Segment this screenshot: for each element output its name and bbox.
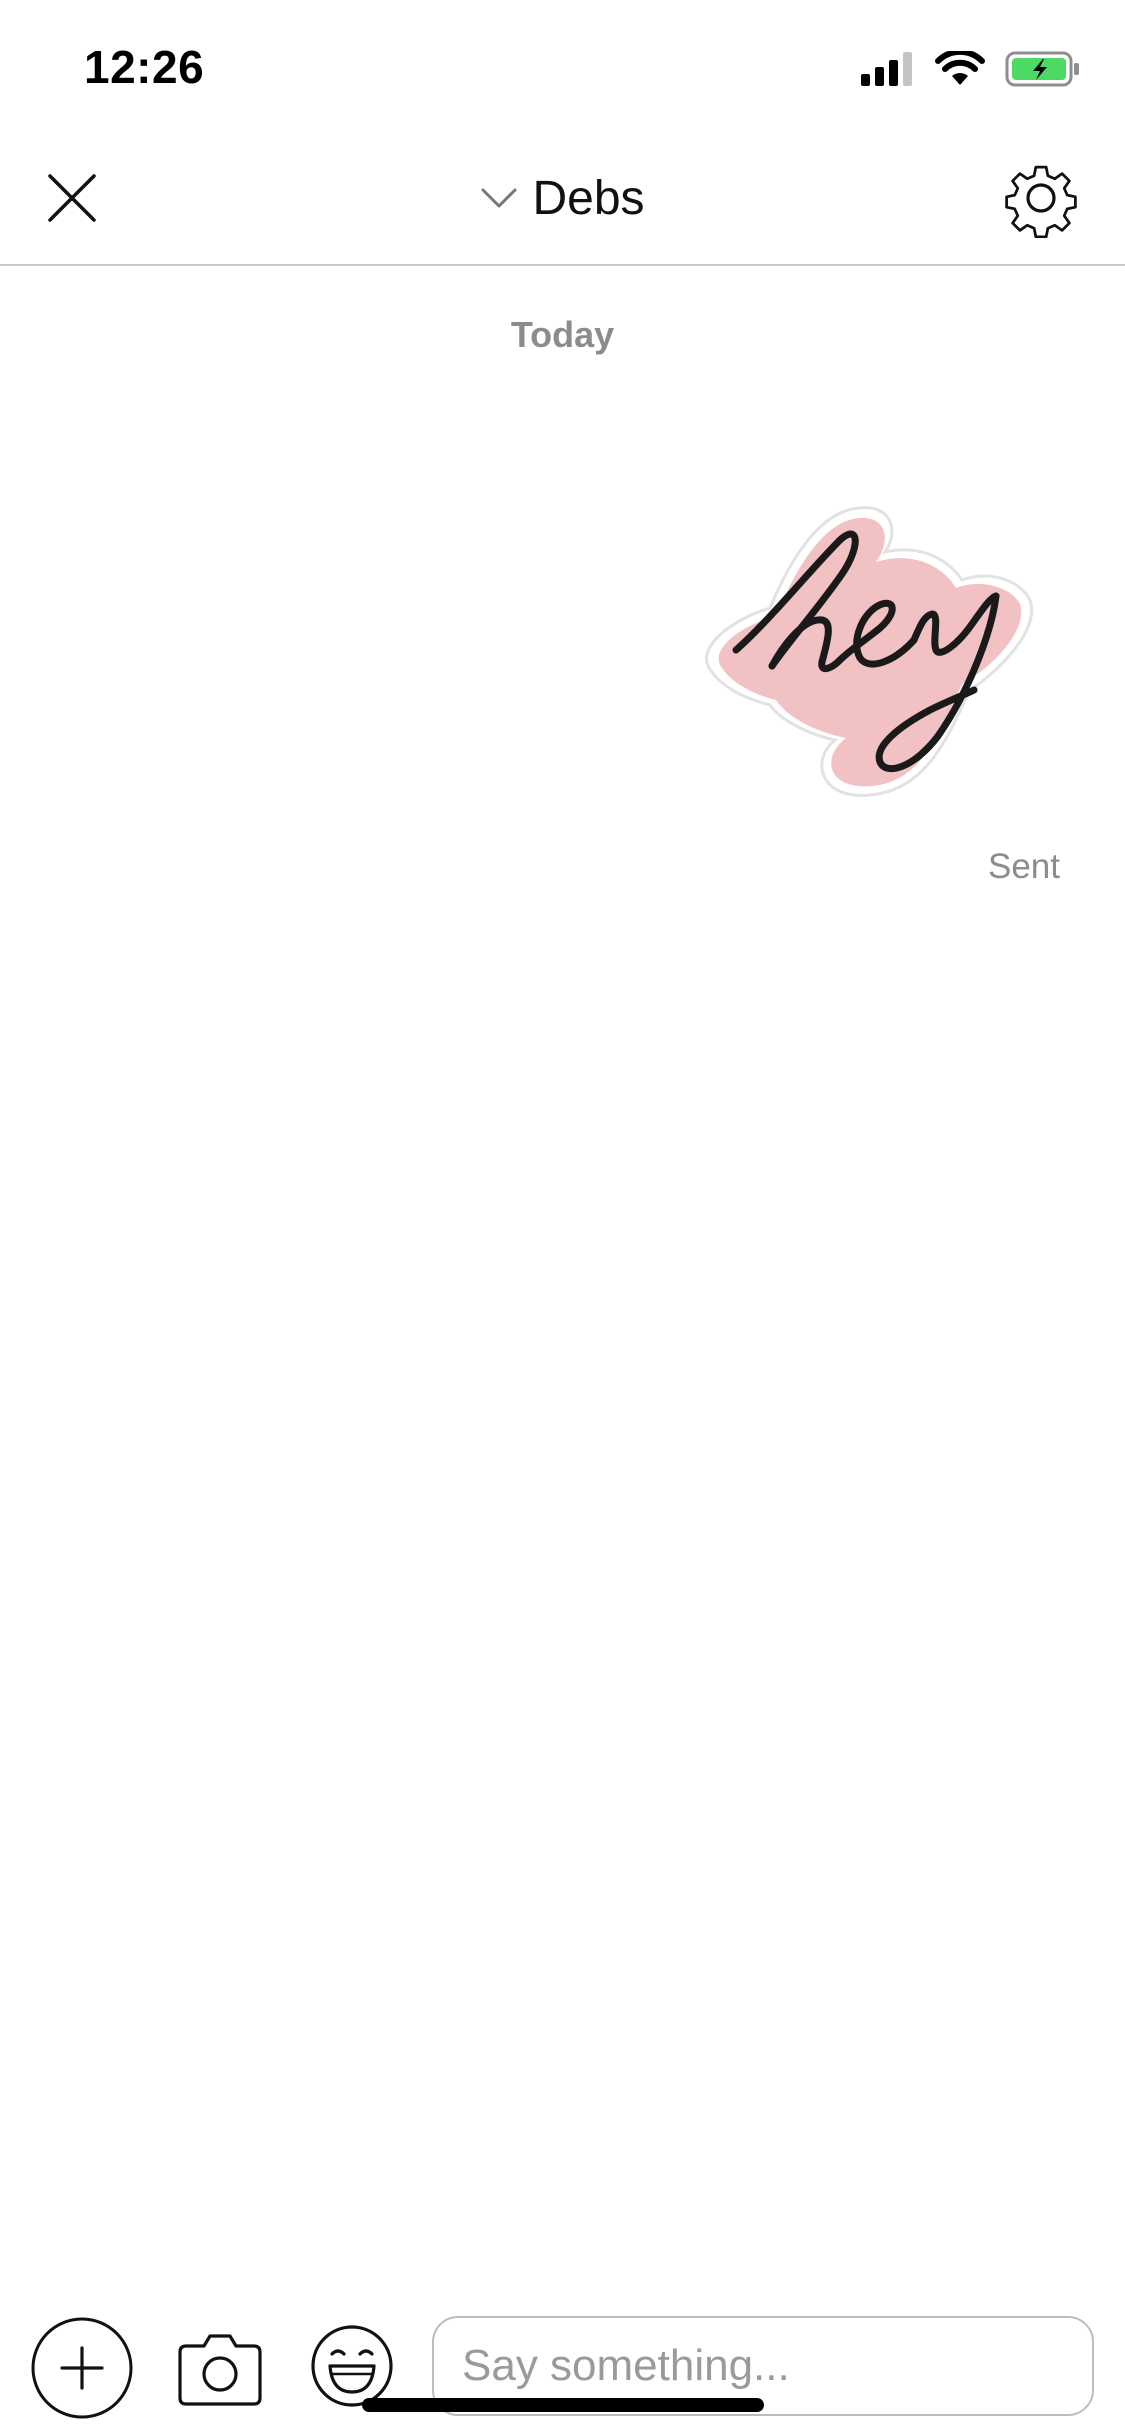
plus-circle-icon bbox=[31, 2317, 133, 2419]
status-icons bbox=[861, 48, 1081, 90]
battery-charging-icon bbox=[1005, 51, 1079, 87]
chat-header: Debs bbox=[0, 132, 1125, 266]
camera-icon bbox=[178, 2334, 262, 2406]
hey-sticker bbox=[705, 506, 1033, 797]
conversation-title: Debs bbox=[532, 171, 645, 225]
title-wrap: Debs bbox=[0, 132, 1125, 264]
add-attachment-button[interactable] bbox=[30, 2316, 134, 2420]
camera-button[interactable] bbox=[176, 2316, 264, 2420]
chevron-down-icon bbox=[481, 188, 517, 208]
home-indicator[interactable] bbox=[362, 2398, 764, 2412]
settings-button[interactable] bbox=[1001, 158, 1081, 239]
message-status: Sent bbox=[988, 847, 1060, 886]
message-composer bbox=[0, 2300, 1125, 2436]
gear-icon bbox=[1005, 165, 1077, 239]
hey-sticker-message[interactable] bbox=[700, 500, 1040, 800]
status-bar: 12:26 bbox=[0, 0, 1125, 132]
chat-screen: 12:26 Debs Today Sent Say something... bbox=[0, 0, 1125, 2436]
cellular-signal-icon bbox=[861, 52, 912, 86]
date-divider: Today bbox=[510, 314, 615, 355]
wifi-icon bbox=[935, 51, 985, 85]
status-time: 12:26 bbox=[84, 41, 205, 93]
conversation-title-button[interactable]: Debs bbox=[480, 171, 645, 226]
